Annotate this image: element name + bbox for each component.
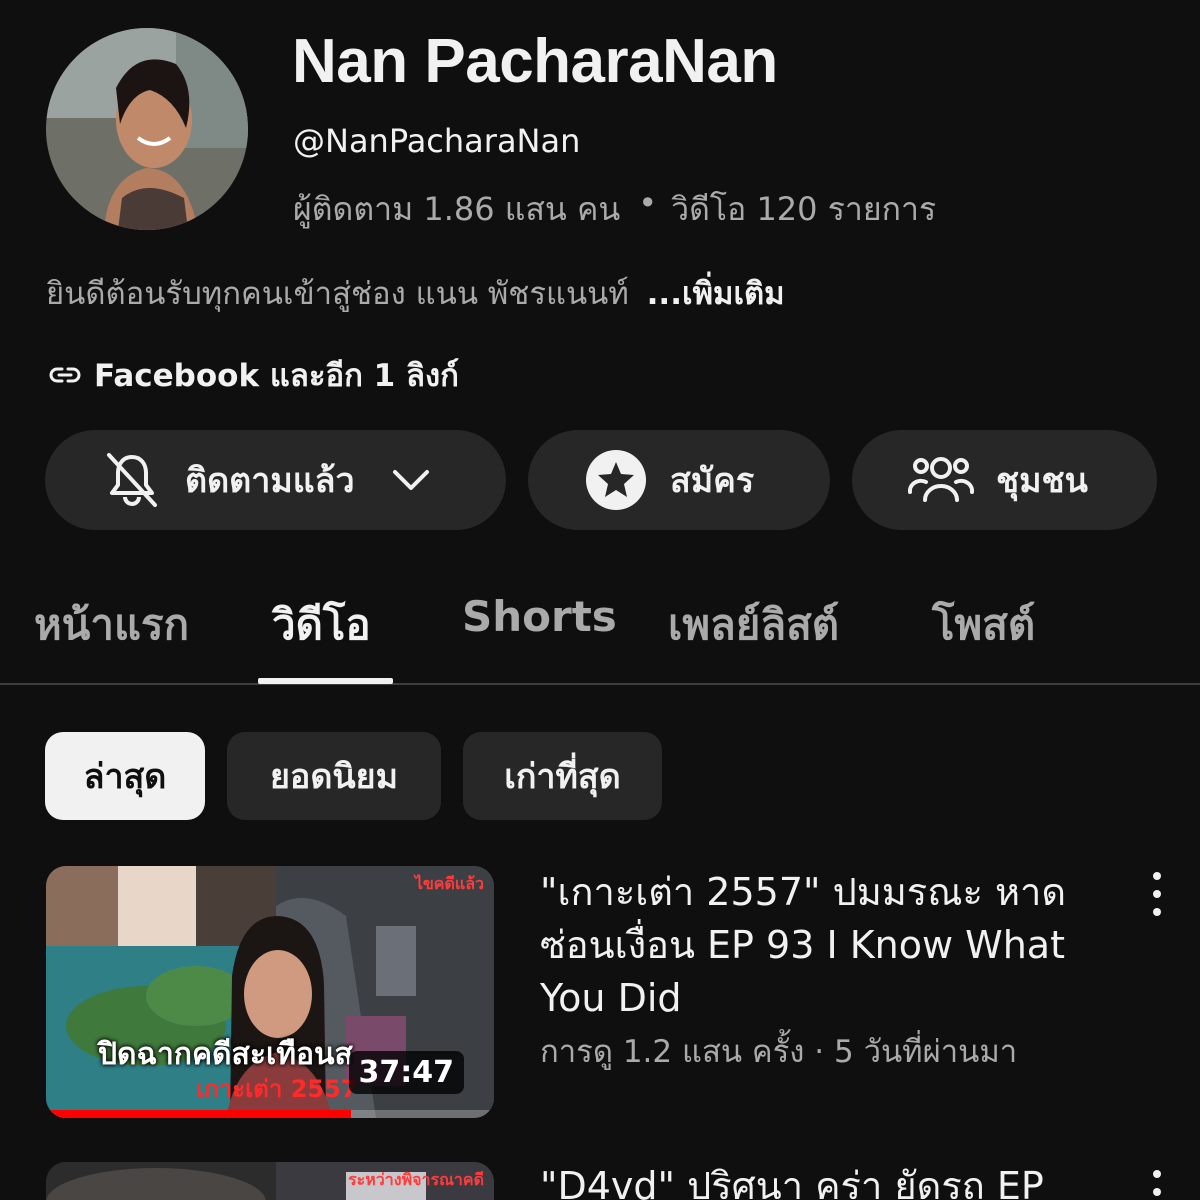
chip-popular[interactable]: ยอดนิยม — [227, 732, 441, 820]
subscribed-button[interactable]: ติดตามแล้ว — [45, 430, 506, 530]
chip-oldest[interactable]: เก่าที่สุด — [463, 732, 662, 820]
join-label: สมัคร — [670, 461, 755, 501]
channel-stats: ผู้ติดตาม 1.86 แสน คน • วิดีโอ 120 รายกา… — [293, 184, 936, 235]
subscribed-label: ติดตามแล้ว — [185, 461, 355, 501]
channel-description[interactable]: ยินดีต้อนรับทุกคนเข้าสู่ช่อง แนน พัชรแนน… — [46, 268, 785, 318]
tab-shorts[interactable]: Shorts — [462, 592, 617, 641]
thumbnail-corner-text: ระหว่างพิจารณาคดี — [348, 1170, 484, 1189]
active-tab-indicator — [258, 678, 393, 684]
link-icon — [49, 367, 81, 383]
community-button[interactable]: ชุมชน — [852, 430, 1157, 530]
subscriber-count: ผู้ติดตาม 1.86 แสน คน — [293, 190, 621, 228]
video-duration: 37:47 — [348, 1051, 464, 1094]
thumbnail-overlay-subtext: เกาะเต่า 2557 — [196, 1075, 358, 1103]
tab-posts[interactable]: โพสต์ — [932, 592, 1035, 658]
channel-page: Nan PacharaNan @NanPacharaNan ผู้ติดตาม … — [0, 0, 1200, 1200]
join-button[interactable]: สมัคร — [528, 430, 830, 530]
tabs-divider — [0, 683, 1200, 685]
video-count: วิดีโอ 120 รายการ — [671, 190, 937, 228]
channel-name: Nan PacharaNan — [292, 27, 778, 96]
tab-home[interactable]: หน้าแรก — [34, 592, 189, 658]
star-badge-icon — [586, 450, 646, 510]
thumbnail-corner-text: ไขคดีแล้ว — [414, 874, 484, 893]
tab-videos[interactable]: วิดีโอ — [272, 592, 371, 658]
community-label: ชุมชน — [996, 461, 1088, 501]
channel-handle: @NanPacharaNan — [293, 122, 581, 160]
more-options-icon[interactable] — [1145, 1170, 1169, 1200]
video-meta: การดู 1.2 แสน ครั้ง · 5 วันที่ผ่านมา — [540, 1034, 1018, 1070]
video-thumbnail[interactable]: ระหว่างพิจารณาคดี — [46, 1162, 494, 1200]
bell-off-icon — [107, 453, 157, 507]
watch-progress-bar — [46, 1110, 351, 1118]
people-icon — [908, 457, 974, 502]
more-options-icon[interactable] — [1145, 872, 1169, 916]
video-thumbnail[interactable]: ไขคดีแล้ว ปิดฉากคดีสะเทือนส เกาะเต่า 255… — [46, 866, 494, 1118]
tab-playlists[interactable]: เพลย์ลิสต์ — [668, 592, 839, 658]
more-link[interactable]: ...เพิ่มเติม — [647, 276, 785, 312]
chip-latest[interactable]: ล่าสุด — [45, 732, 205, 820]
stats-separator: • — [638, 184, 658, 222]
channel-avatar[interactable] — [46, 28, 248, 230]
channel-links[interactable]: Facebook และอีก 1 ลิงก์ — [46, 350, 459, 400]
chevron-down-icon — [392, 470, 429, 490]
links-label: Facebook และอีก 1 ลิงก์ — [94, 358, 459, 394]
video-title[interactable]: "D4vd" ปริศนา คร่า ยัดรถ EP — [540, 1160, 1130, 1200]
video-title[interactable]: "เกาะเต่า 2557" ปมมรณะ หาดซ่อนเงื่อน EP … — [540, 866, 1130, 1025]
description-text: ยินดีต้อนรับทุกคนเข้าสู่ช่อง แนน พัชรแนน… — [46, 276, 629, 312]
